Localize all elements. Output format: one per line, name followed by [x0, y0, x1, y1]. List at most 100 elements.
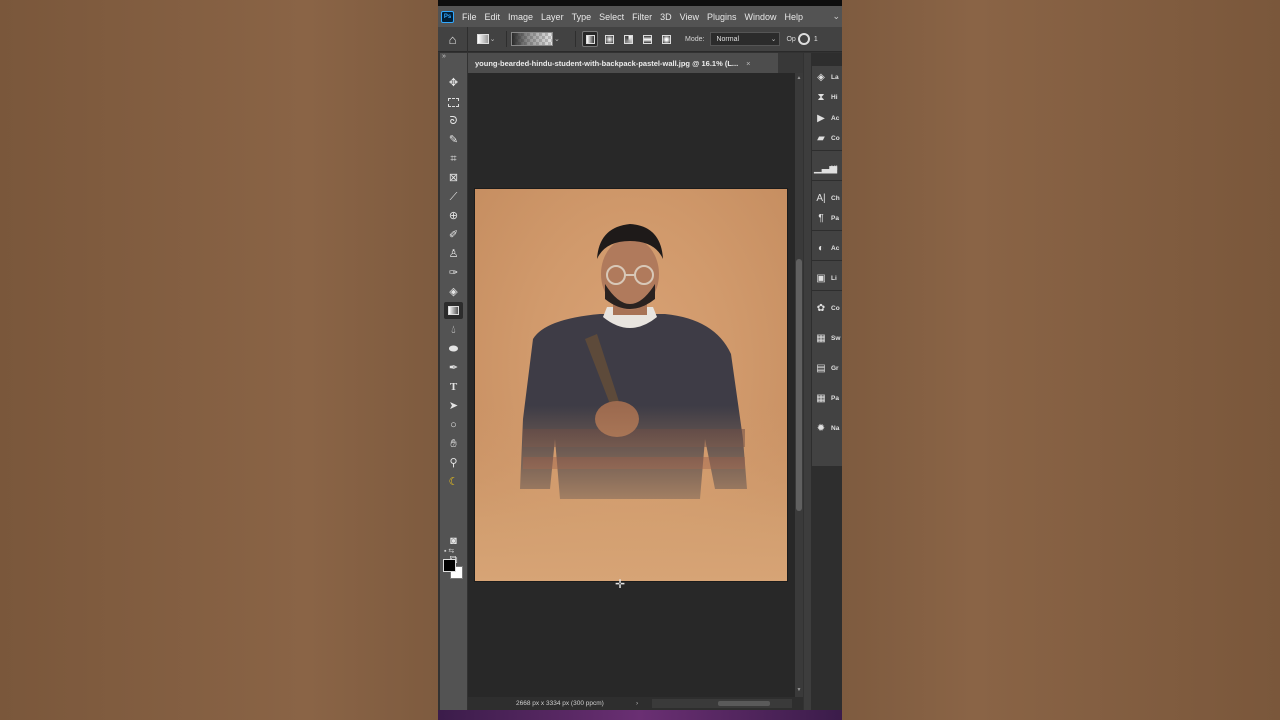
horizontal-scroll-thumb[interactable] [718, 701, 770, 706]
scroll-up-icon[interactable]: ▲ [795, 75, 803, 81]
menu-edit[interactable]: Edit [481, 12, 505, 22]
angle-gradient-button[interactable] [620, 31, 636, 47]
panel-icon-column: ◈ La ⧗ Hi ▶ Ac ▰ Co ▁▃▅ Hi A| Ch ¶ Pa ◐ Ac ▣ Li ✿… [812, 66, 842, 466]
panel-actions-label: Ac [831, 114, 840, 122]
reflected-gradient-icon [642, 34, 652, 44]
panel-dock: ◈ La ⧗ Hi ▶ Ac ▰ Co ▁▃▅ Hi A| Ch ¶ Pa ◐ Ac ▣ Li ✿… [804, 53, 842, 720]
menu-filter[interactable]: Filter [628, 12, 656, 22]
menu-bar: Ps File Edit Image Layer Type Select Fil… [438, 6, 842, 27]
quick-mask-icon[interactable]: ◙ [444, 533, 463, 550]
menu-select[interactable]: Select [595, 12, 628, 22]
blurred-background-right [842, 0, 1280, 720]
status-bar: 2668 px x 3334 px (300 ppcm) › [468, 697, 803, 710]
panel-libraries[interactable]: ▣ Li [814, 270, 842, 286]
photoshop-logo-icon[interactable]: Ps [441, 10, 454, 23]
linear-gradient-button[interactable] [582, 31, 598, 47]
chevron-down-icon[interactable]: ⌄ [832, 11, 842, 22]
scroll-down-icon[interactable]: ▼ [795, 687, 803, 693]
panel-layers[interactable]: ◈ La [814, 69, 842, 85]
panel-dock-grip[interactable] [804, 53, 811, 720]
document-tab[interactable]: young-bearded-hindu-student-with-backpac… [468, 53, 778, 73]
collapse-toolbar-icon[interactable]: » [442, 53, 446, 60]
radial-gradient-button[interactable] [601, 31, 617, 47]
taskbar-strip [438, 710, 842, 720]
history-brush-tool-icon[interactable]: ✑ [444, 265, 463, 282]
adjustments-icon: ◐ [817, 242, 825, 254]
panel-character[interactable]: A| Ch [814, 190, 842, 206]
menu-layer[interactable]: Layer [537, 12, 568, 22]
vertical-scrollbar[interactable]: ▲ ▼ [795, 73, 803, 697]
reflected-gradient-button[interactable] [639, 31, 655, 47]
mode-value: Normal [716, 35, 740, 43]
blur-tool-icon[interactable]: 💧︎ [444, 322, 463, 339]
panel-color[interactable]: ✿ Co [814, 300, 842, 316]
panel-patterns-label: Pa [831, 394, 839, 402]
healing-brush-tool-icon[interactable]: ⊕ [444, 208, 463, 225]
panel-divider [812, 260, 842, 261]
panel-divider [812, 290, 842, 291]
panel-actions[interactable]: ▶ Ac [814, 110, 842, 126]
panel-adjustments[interactable]: ◐ Ac [814, 240, 842, 256]
comments-icon: ▰ [817, 132, 825, 144]
type-tool-icon[interactable]: T [444, 379, 463, 396]
panel-history-label: Hi [831, 93, 838, 101]
menu-view[interactable]: View [676, 12, 703, 22]
gradient-tool-icon[interactable] [444, 302, 463, 319]
histogram-icon: ▁▃▅ [814, 162, 838, 174]
opacity-label: Op [786, 35, 796, 43]
panel-gradients[interactable]: ▤ Gr [814, 360, 842, 376]
home-icon[interactable]: ⌂ [438, 26, 468, 52]
panel-layers-label: La [831, 73, 839, 81]
brush-tool-icon[interactable]: ✐ [444, 227, 463, 244]
path-selection-tool-icon[interactable]: ➤ [444, 398, 463, 415]
swatches-icon: ▦ [816, 332, 826, 344]
clone-stamp-tool-icon[interactable]: ♙ [444, 246, 463, 263]
panel-history[interactable]: ⧗ Hi [814, 89, 842, 105]
panel-navigator-label: Na [831, 424, 840, 432]
hand-tool-icon[interactable]: ✋︎ [444, 436, 463, 453]
status-menu-arrow[interactable]: › [636, 700, 638, 707]
zoom-tool-icon[interactable]: ⚲ [444, 455, 463, 472]
marquee-tool-icon[interactable] [444, 94, 463, 111]
canvas-photo[interactable] [474, 188, 788, 582]
menu-file[interactable]: File [458, 12, 481, 22]
dodge-tool-icon[interactable]: ⬬ [444, 341, 463, 358]
mode-label: Mode: [685, 35, 705, 43]
panel-navigator[interactable]: ✹ Na [814, 420, 842, 436]
menu-window[interactable]: Window [741, 12, 781, 22]
opacity-icon[interactable] [797, 33, 810, 45]
panel-gradients-label: Gr [831, 364, 839, 372]
pen-tool-icon[interactable]: ✒ [444, 360, 463, 377]
radial-gradient-icon [604, 34, 614, 44]
diamond-gradient-button[interactable] [658, 31, 674, 47]
panel-swatches[interactable]: ▦ Sw [814, 330, 842, 346]
navigator-icon: ✹ [816, 422, 826, 434]
mode-select[interactable]: Normal ⌄ [710, 32, 781, 46]
ellipse-tool-icon[interactable]: ○ [444, 417, 463, 434]
gradient-picker[interactable]: ⌄ [506, 31, 561, 47]
foreground-color[interactable] [443, 559, 456, 572]
panel-paragraph[interactable]: ¶ Pa [814, 210, 842, 226]
horizontal-scrollbar[interactable] [652, 699, 792, 708]
frame-tool-icon[interactable]: ⊠ [444, 170, 463, 187]
chevron-down-icon: ⌄ [770, 36, 777, 43]
eraser-tool-icon[interactable]: ◈ [444, 284, 463, 301]
lasso-tool-icon[interactable]: ᘐ [444, 113, 463, 130]
menu-3d[interactable]: 3D [656, 12, 676, 22]
menu-type[interactable]: Type [568, 12, 596, 22]
close-icon[interactable]: × [746, 59, 750, 68]
eyedropper-tool-icon[interactable]: ⟋ [444, 189, 463, 206]
opacity-value: 1 [813, 35, 818, 43]
menu-plugins[interactable]: Plugins [703, 12, 741, 22]
menu-image[interactable]: Image [504, 12, 537, 22]
tool-preset-picker[interactable]: ⌄ [474, 34, 498, 44]
crop-tool-icon[interactable]: ⌗ [444, 151, 463, 168]
panel-histogram[interactable]: ▁▃▅ Hi [814, 160, 842, 176]
menu-help[interactable]: Help [781, 12, 808, 22]
move-tool-icon[interactable]: ✥ [444, 75, 463, 92]
vertical-scroll-thumb[interactable] [796, 259, 802, 511]
banana-icon[interactable]: ☾ [444, 474, 463, 491]
panel-comments[interactable]: ▰ Co [814, 130, 842, 146]
panel-patterns[interactable]: ▦ Pa [814, 390, 842, 406]
quick-selection-tool-icon[interactable]: ✎ [444, 132, 463, 149]
